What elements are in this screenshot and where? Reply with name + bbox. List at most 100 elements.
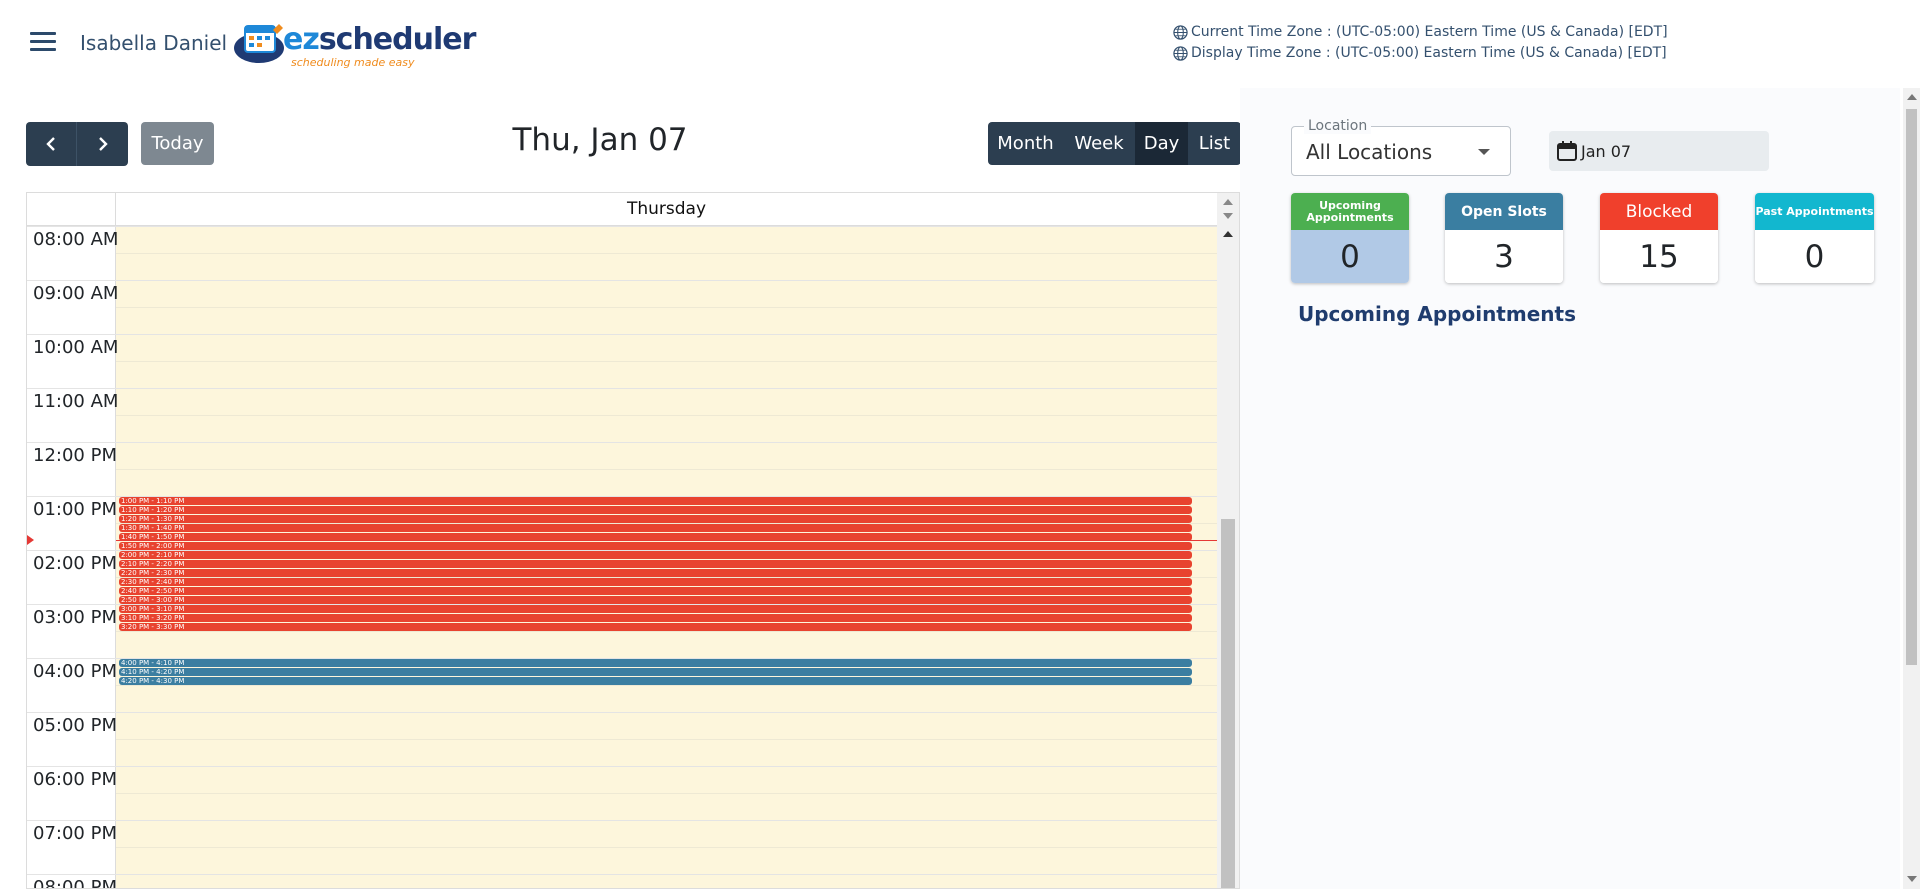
location-legend: Location [1304,118,1372,134]
blocked-event[interactable]: 1:00 PM - 1:10 PM [119,497,1192,505]
stat-blocked[interactable]: Blocked 15 [1600,193,1718,283]
stat-label: Past Appointments [1755,193,1874,230]
current-timezone: Current Time Zone : (UTC-05:00) Eastern … [1173,24,1668,40]
stat-label: Open Slots [1445,193,1563,230]
time-label: 03:00 PM [33,607,117,628]
stat-value: 0 [1755,230,1874,283]
time-label: 01:00 PM [33,499,117,520]
date-picker[interactable]: Jan 07 [1549,131,1769,171]
time-label: 07:00 PM [33,823,117,844]
now-indicator-arrow-icon [27,535,34,545]
scroll-down-arrow-icon[interactable] [1223,213,1233,219]
blocked-event[interactable]: 3:20 PM - 3:30 PM [119,623,1192,631]
top-header: Isabella Daniel ezscheduler scheduling m… [0,0,1920,88]
globe-icon [1173,45,1188,61]
chevron-right-icon [98,137,108,151]
stat-label: Upcoming Appointments [1291,193,1409,230]
prev-button[interactable] [26,122,77,166]
time-label: 02:00 PM [33,553,117,574]
calendar-icon [1557,141,1577,161]
chevron-left-icon [46,137,55,151]
half-hour-line [116,415,1217,416]
time-axis-header [27,193,116,226]
display-timezone[interactable]: Display Time Zone : (UTC-05:00) Eastern … [1173,45,1667,61]
time-label: 12:00 PM [33,445,117,466]
current-timezone-text: Current Time Zone : (UTC-05:00) Eastern … [1191,24,1668,40]
half-hour-line [116,631,1217,632]
stat-value: 3 [1445,230,1563,283]
time-label: 11:00 AM [33,391,119,412]
blocked-event[interactable]: 2:00 PM - 2:10 PM [119,551,1192,559]
date-value: Jan 07 [1581,141,1632,161]
globe-icon [1173,24,1188,40]
scroll-up-arrow-icon[interactable] [1223,231,1233,237]
stat-label: Blocked [1600,193,1718,230]
time-label: 05:00 PM [33,715,117,736]
calendar-body[interactable]: 08:00 AM 09:00 AM 10:00 AM 11:00 AM 12:00 PM… [27,226,1239,889]
time-label: 08:00 PM [33,877,117,889]
blocked-event[interactable]: 1:10 PM - 1:20 PM [119,506,1192,514]
stat-value: 0 [1291,230,1409,283]
scroll-down-arrow-icon[interactable] [1907,876,1917,882]
stat-open-slots[interactable]: Open Slots 3 [1445,193,1563,283]
today-button[interactable]: Today [141,122,214,165]
blocked-event[interactable]: 1:20 PM - 1:30 PM [119,515,1192,523]
stat-value: 15 [1600,230,1718,283]
calendar-header-row: Thursday [27,193,1217,226]
scroll-thumb[interactable] [1221,519,1235,888]
display-timezone-text: Display Time Zone : (UTC-05:00) Eastern … [1191,45,1667,61]
hour-row[interactable] [27,874,1217,888]
upcoming-appointments-title: Upcoming Appointments [1298,302,1576,326]
hamburger-menu-icon[interactable] [30,32,56,54]
next-button[interactable] [77,122,128,166]
calendar-logo-icon [234,24,284,63]
blocked-event[interactable]: 2:40 PM - 2:50 PM [119,587,1192,595]
half-hour-line [116,793,1217,794]
stat-past-appointments[interactable]: Past Appointments 0 [1755,193,1874,283]
blocked-event[interactable]: 1:30 PM - 1:40 PM [119,524,1192,532]
ezscheduler-logo[interactable]: ezscheduler scheduling made easy [231,18,476,69]
time-label: 06:00 PM [33,769,117,790]
blocked-event[interactable]: 2:20 PM - 2:30 PM [119,569,1192,577]
view-week-button[interactable]: Week [1063,122,1135,165]
caret-down-icon [1478,149,1490,155]
day-calendar-grid: Thursday 08:00 AM 09:00 AM 10:00 AM 11:00 A… [26,192,1240,889]
half-hour-line [116,469,1217,470]
half-hour-line [116,685,1217,686]
calendar-scrollbar[interactable] [1217,193,1239,888]
time-label: 09:00 AM [33,283,119,304]
half-hour-line [116,847,1217,848]
blocked-event[interactable]: 2:10 PM - 2:20 PM [119,560,1192,568]
day-column-header[interactable]: Thursday [116,193,1217,226]
blocked-event[interactable]: 2:50 PM - 3:00 PM [119,596,1192,604]
open-slot-event[interactable]: 4:20 PM - 4:30 PM [119,677,1192,685]
half-hour-line [116,307,1217,308]
location-select[interactable]: Location All Locations [1291,118,1511,176]
time-label: 08:00 AM [33,229,119,250]
blocked-event[interactable]: 1:50 PM - 2:00 PM [119,542,1192,550]
open-slot-event[interactable]: 4:00 PM - 4:10 PM [119,659,1192,667]
logo-tagline: scheduling made easy [291,56,415,69]
view-switcher: Month Week Day List [988,122,1241,165]
user-name[interactable]: Isabella Daniel [80,31,227,55]
page-scrollbar[interactable] [1903,88,1920,889]
half-hour-line [116,253,1217,254]
view-day-button[interactable]: Day [1135,122,1188,165]
prev-next-group [26,122,128,166]
blocked-event[interactable]: 3:00 PM - 3:10 PM [119,605,1192,613]
scroll-up-arrow-icon[interactable] [1223,199,1233,205]
view-month-button[interactable]: Month [988,122,1063,165]
blocked-event[interactable]: 2:30 PM - 2:40 PM [119,578,1192,586]
scroll-thumb[interactable] [1906,109,1917,665]
time-label: 10:00 AM [33,337,119,358]
blocked-event[interactable]: 3:10 PM - 3:20 PM [119,614,1192,622]
view-list-button[interactable]: List [1188,122,1241,165]
scroll-up-arrow-icon[interactable] [1907,94,1917,100]
half-hour-line [116,361,1217,362]
time-label: 04:00 PM [33,661,117,682]
location-value: All Locations [1306,140,1433,164]
open-slot-event[interactable]: 4:10 PM - 4:20 PM [119,668,1192,676]
stat-upcoming-appointments[interactable]: Upcoming Appointments 0 [1291,193,1409,283]
now-indicator-line [116,540,1239,541]
half-hour-line [116,739,1217,740]
